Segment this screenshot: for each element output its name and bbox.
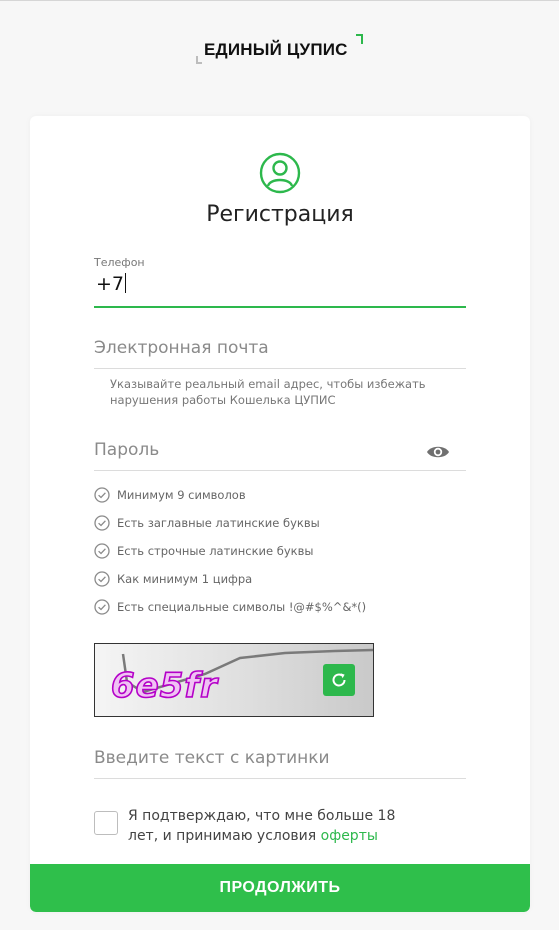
requirement-text: Есть строчные латинские буквы (117, 544, 314, 558)
email-field[interactable]: Электронная почта (94, 338, 466, 370)
phone-label: Телефон (94, 256, 145, 269)
requirement-text: Как минимум 1 цифра (117, 572, 253, 586)
requirement-item: Минимум 9 символов (94, 486, 246, 504)
logo: ЕДИНЫЙ ЦУПИС (196, 32, 371, 68)
consent-text: Я подтверждаю, что мне больше 18 лет, и … (128, 806, 428, 846)
password-field[interactable]: Пароль (94, 440, 466, 472)
user-circle-icon (259, 152, 301, 194)
logo-text: ЕДИНЫЙ ЦУПИС (204, 40, 348, 59)
requirement-item: Есть заглавные латинские буквы (94, 514, 320, 532)
captcha-input[interactable]: Введите текст с картинки (94, 748, 466, 780)
captcha-input-placeholder: Введите текст с картинки (94, 748, 330, 768)
requirement-text: Минимум 9 символов (117, 488, 246, 502)
logo-corner-right (356, 34, 363, 44)
email-placeholder: Электронная почта (94, 338, 269, 358)
captcha-refresh-button[interactable] (323, 664, 355, 696)
phone-value-text: +7 (96, 273, 125, 295)
text-caret (125, 273, 127, 293)
check-circle-icon (94, 599, 110, 615)
requirement-text: Есть специальные символы !@#$%^&*() (117, 600, 367, 614)
password-placeholder: Пароль (94, 440, 160, 460)
captcha-underline (94, 778, 466, 779)
requirement-item: Есть строчные латинские буквы (94, 542, 313, 560)
check-circle-icon (94, 515, 110, 531)
top-border (0, 0, 559, 1)
phone-field[interactable]: Телефон +7 (94, 256, 466, 308)
phone-underline (94, 306, 466, 308)
phone-value[interactable]: +7 (96, 273, 127, 295)
check-circle-icon (94, 487, 110, 503)
continue-button[interactable]: ПРОДОЛЖИТЬ (30, 864, 530, 912)
password-underline (94, 470, 466, 471)
check-circle-icon (94, 543, 110, 559)
offer-link[interactable]: оферты (321, 828, 378, 844)
requirement-text: Есть заглавные латинские буквы (117, 516, 320, 530)
age-consent-checkbox[interactable] (94, 811, 118, 835)
refresh-icon (332, 673, 346, 687)
requirement-item: Есть специальные символы !@#$%^&*() (94, 598, 366, 616)
captcha-text: 6e5fr (110, 665, 218, 707)
email-hint: Указывайте реальный email адрес, чтобы и… (110, 377, 426, 407)
logo-corner-left (196, 56, 202, 64)
check-circle-icon (94, 571, 110, 587)
page-title: Регистрация (206, 202, 354, 227)
eye-icon[interactable] (426, 443, 450, 461)
requirement-item: Как минимум 1 цифра (94, 570, 252, 588)
email-underline (94, 368, 466, 369)
registration-card: Регистрация Телефон +7 Электронная почта… (30, 116, 530, 912)
